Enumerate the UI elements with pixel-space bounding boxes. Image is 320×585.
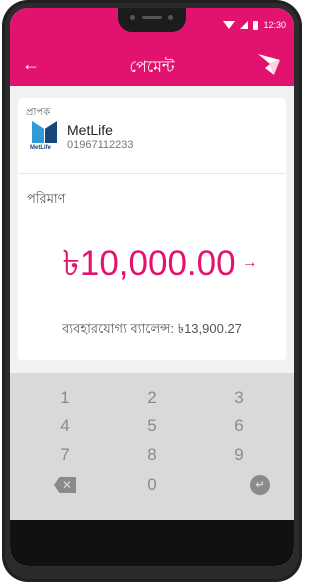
speaker-icon (142, 16, 162, 19)
app-bar: ← পেমেন্ট (10, 42, 294, 86)
key-2[interactable]: 2 (122, 386, 182, 410)
amount-input[interactable]: ৳10,000.00 → (18, 236, 286, 295)
key-5[interactable]: 5 (122, 414, 182, 438)
recipient-section[interactable]: প্রাপক MetLife MetLife 01967112233 (18, 98, 286, 174)
wifi-icon (223, 21, 236, 29)
status-bar: 12:30 (10, 8, 294, 42)
status-icons: 12:30 (223, 18, 286, 32)
key-0[interactable]: 0 (122, 473, 182, 497)
payment-card: প্রাপক MetLife MetLife 01967112233 পরিমা… (18, 98, 286, 360)
camera-icon (130, 15, 135, 20)
amount-value: ৳10,000.00 (62, 244, 236, 283)
page-title: পেমেন্ট (129, 59, 175, 76)
amount-label: পরিমাণ (27, 191, 66, 206)
recipient-phone: 01967112233 (67, 139, 134, 151)
battery-icon (253, 20, 259, 30)
screen: 12:30 ← পেমেন্ট প্রাপক MetLife MetLife 0… (10, 8, 294, 566)
proceed-arrow-icon[interactable]: → (242, 254, 258, 271)
available-balance: ব্যবহারযোগ্য ব্যালেন্স: ৳13,900.27 (62, 321, 242, 336)
signal-icon (240, 21, 249, 29)
enter-icon[interactable]: ↵ (250, 475, 270, 495)
numeric-keypad: 1 2 3 4 5 6 7 8 9 ✕ 0 ↵ (10, 373, 294, 520)
system-nav-bar (10, 520, 294, 566)
key-3[interactable]: 3 (209, 386, 269, 410)
recipient-label: প্রাপক (26, 107, 51, 118)
metlife-logo-icon: MetLife (30, 121, 60, 151)
arrow-left-icon: ← (22, 53, 40, 74)
key-8[interactable]: 8 (122, 443, 182, 467)
recipient-name: MetLife (67, 122, 113, 138)
key-9[interactable]: 9 (209, 443, 269, 467)
key-6[interactable]: 6 (209, 414, 269, 438)
bird-logo-icon (258, 54, 280, 75)
back-button[interactable]: ← (18, 51, 44, 77)
camera-notch (118, 8, 186, 32)
key-4[interactable]: 4 (35, 414, 95, 438)
phone-frame: 12:30 ← পেমেন্ট প্রাপক MetLife MetLife 0… (0, 0, 304, 585)
key-1[interactable]: 1 (35, 386, 95, 410)
payment-content: প্রাপক MetLife MetLife 01967112233 পরিমা… (10, 86, 294, 373)
key-7[interactable]: 7 (35, 443, 95, 467)
sensor-icon (168, 15, 173, 20)
status-time: 12:30 (263, 20, 286, 30)
backspace-icon[interactable]: ✕ (54, 477, 76, 493)
